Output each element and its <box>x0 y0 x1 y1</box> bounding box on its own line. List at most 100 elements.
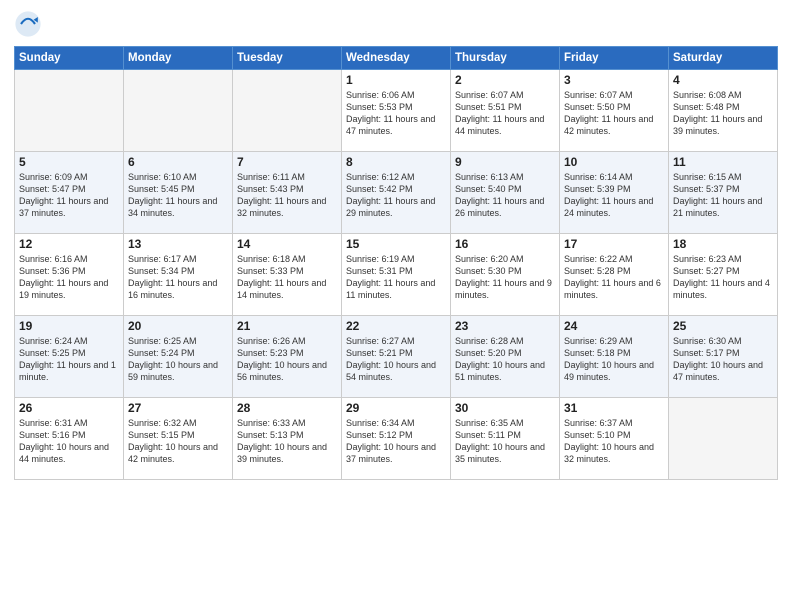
calendar-week-row: 5Sunrise: 6:09 AMSunset: 5:47 PMDaylight… <box>15 152 778 234</box>
day-number: 5 <box>19 155 119 169</box>
day-number: 30 <box>455 401 555 415</box>
day-number: 11 <box>673 155 773 169</box>
cell-content: Sunrise: 6:12 AMSunset: 5:42 PMDaylight:… <box>346 171 446 220</box>
calendar-cell: 28 Sunrise: 6:33 AMSunset: 5:13 PMDayligh… <box>233 398 342 480</box>
calendar-cell: 5Sunrise: 6:09 AMSunset: 5:47 PMDaylight… <box>15 152 124 234</box>
cell-content: Sunrise: 6:08 AMSunset: 5:48 PMDaylight:… <box>673 89 773 138</box>
cell-content: Sunrise: 6:11 AMSunset: 5:43 PMDaylight:… <box>237 171 337 220</box>
day-number: 31 <box>564 401 664 415</box>
cell-content: Sunrise: 6:24 AMSunset: 5:25 PMDaylight:… <box>19 335 119 384</box>
day-number: 19 <box>19 319 119 333</box>
cell-content: Sunrise: 6:20 AMSunset: 5:30 PMDaylight:… <box>455 253 555 302</box>
cell-content: Sunrise: 6:23 AMSunset: 5:27 PMDaylight:… <box>673 253 773 302</box>
cell-content: Sunrise: 6:32 AMSunset: 5:15 PMDaylight:… <box>128 417 228 466</box>
calendar-cell: 21 Sunrise: 6:26 AMSunset: 5:23 PMDayligh… <box>233 316 342 398</box>
day-number: 29 <box>346 401 446 415</box>
day-number: 25 <box>673 319 773 333</box>
day-number: 12 <box>19 237 119 251</box>
calendar-cell: 27Sunrise: 6:32 AMSunset: 5:15 PMDayligh… <box>124 398 233 480</box>
day-number: 3 <box>564 73 664 87</box>
calendar-cell: 22Sunrise: 6:27 AMSunset: 5:21 PMDayligh… <box>342 316 451 398</box>
day-number: 1 <box>346 73 446 87</box>
calendar-cell: 10Sunrise: 6:14 AMSunset: 5:39 PMDayligh… <box>560 152 669 234</box>
day-header-wednesday: Wednesday <box>342 47 451 70</box>
day-header-thursday: Thursday <box>451 47 560 70</box>
cell-content: Sunrise: 6:30 AMSunset: 5:17 PMDaylight:… <box>673 335 773 384</box>
calendar-cell: 8 Sunrise: 6:12 AMSunset: 5:42 PMDaylight… <box>342 152 451 234</box>
calendar-cell: 4 Sunrise: 6:08 AMSunset: 5:48 PMDaylight… <box>669 70 778 152</box>
calendar-cell: 25 Sunrise: 6:30 AMSunset: 5:17 PMDayligh… <box>669 316 778 398</box>
day-header-tuesday: Tuesday <box>233 47 342 70</box>
day-number: 13 <box>128 237 228 251</box>
calendar-cell: 26 Sunrise: 6:31 AMSunset: 5:16 PMDayligh… <box>15 398 124 480</box>
logo <box>14 10 46 38</box>
cell-content: Sunrise: 6:31 AMSunset: 5:16 PMDaylight:… <box>19 417 119 466</box>
calendar-cell: 9 Sunrise: 6:13 AMSunset: 5:40 PMDaylight… <box>451 152 560 234</box>
cell-content: Sunrise: 6:13 AMSunset: 5:40 PMDaylight:… <box>455 171 555 220</box>
day-number: 7 <box>237 155 337 169</box>
cell-content: Sunrise: 6:34 AMSunset: 5:12 PMDaylight:… <box>346 417 446 466</box>
calendar-cell: 16Sunrise: 6:20 AMSunset: 5:30 PMDayligh… <box>451 234 560 316</box>
cell-content: Sunrise: 6:07 AMSunset: 5:51 PMDaylight:… <box>455 89 555 138</box>
cell-content: Sunrise: 6:33 AMSunset: 5:13 PMDaylight:… <box>237 417 337 466</box>
calendar-cell: 18 Sunrise: 6:23 AMSunset: 5:27 PMDayligh… <box>669 234 778 316</box>
calendar-cell: 6Sunrise: 6:10 AMSunset: 5:45 PMDaylight… <box>124 152 233 234</box>
cell-content: Sunrise: 6:18 AMSunset: 5:33 PMDaylight:… <box>237 253 337 302</box>
calendar-cell <box>15 70 124 152</box>
day-number: 2 <box>455 73 555 87</box>
day-header-friday: Friday <box>560 47 669 70</box>
calendar-cell: 2 Sunrise: 6:07 AMSunset: 5:51 PMDaylight… <box>451 70 560 152</box>
day-number: 20 <box>128 319 228 333</box>
calendar-cell: 19 Sunrise: 6:24 AMSunset: 5:25 PMDayligh… <box>15 316 124 398</box>
calendar-cell: 30 Sunrise: 6:35 AMSunset: 5:11 PMDayligh… <box>451 398 560 480</box>
day-number: 6 <box>128 155 228 169</box>
cell-content: Sunrise: 6:26 AMSunset: 5:23 PMDaylight:… <box>237 335 337 384</box>
cell-content: Sunrise: 6:17 AMSunset: 5:34 PMDaylight:… <box>128 253 228 302</box>
cell-content: Sunrise: 6:06 AMSunset: 5:53 PMDaylight:… <box>346 89 446 138</box>
calendar-cell: 15Sunrise: 6:19 AMSunset: 5:31 PMDayligh… <box>342 234 451 316</box>
calendar-cell: 17 Sunrise: 6:22 AMSunset: 5:28 PMDayligh… <box>560 234 669 316</box>
calendar-cell: 20 Sunrise: 6:25 AMSunset: 5:24 PMDayligh… <box>124 316 233 398</box>
calendar-week-row: 19 Sunrise: 6:24 AMSunset: 5:25 PMDayligh… <box>15 316 778 398</box>
day-number: 17 <box>564 237 664 251</box>
cell-content: Sunrise: 6:25 AMSunset: 5:24 PMDaylight:… <box>128 335 228 384</box>
calendar-cell: 24Sunrise: 6:29 AMSunset: 5:18 PMDayligh… <box>560 316 669 398</box>
day-number: 28 <box>237 401 337 415</box>
calendar-cell: 13 Sunrise: 6:17 AMSunset: 5:34 PMDayligh… <box>124 234 233 316</box>
calendar-week-row: 12Sunrise: 6:16 AMSunset: 5:36 PMDayligh… <box>15 234 778 316</box>
calendar-cell: 3Sunrise: 6:07 AMSunset: 5:50 PMDaylight… <box>560 70 669 152</box>
day-header-monday: Monday <box>124 47 233 70</box>
calendar-week-row: 26 Sunrise: 6:31 AMSunset: 5:16 PMDayligh… <box>15 398 778 480</box>
cell-content: Sunrise: 6:37 AMSunset: 5:10 PMDaylight:… <box>564 417 664 466</box>
day-number: 8 <box>346 155 446 169</box>
calendar-table: SundayMondayTuesdayWednesdayThursdayFrid… <box>14 46 778 480</box>
page-container: SundayMondayTuesdayWednesdayThursdayFrid… <box>0 0 792 488</box>
calendar-cell <box>233 70 342 152</box>
day-number: 21 <box>237 319 337 333</box>
cell-content: Sunrise: 6:35 AMSunset: 5:11 PMDaylight:… <box>455 417 555 466</box>
calendar-week-row: 1 Sunrise: 6:06 AMSunset: 5:53 PMDaylight… <box>15 70 778 152</box>
calendar-cell: 1 Sunrise: 6:06 AMSunset: 5:53 PMDaylight… <box>342 70 451 152</box>
day-number: 23 <box>455 319 555 333</box>
calendar-cell <box>669 398 778 480</box>
logo-icon <box>14 10 42 38</box>
day-number: 9 <box>455 155 555 169</box>
calendar-cell <box>124 70 233 152</box>
calendar-cell: 12Sunrise: 6:16 AMSunset: 5:36 PMDayligh… <box>15 234 124 316</box>
cell-content: Sunrise: 6:22 AMSunset: 5:28 PMDaylight:… <box>564 253 664 302</box>
calendar-header-row: SundayMondayTuesdayWednesdayThursdayFrid… <box>15 47 778 70</box>
calendar-cell: 14 Sunrise: 6:18 AMSunset: 5:33 PMDayligh… <box>233 234 342 316</box>
calendar-cell: 11 Sunrise: 6:15 AMSunset: 5:37 PMDayligh… <box>669 152 778 234</box>
calendar-cell: 23Sunrise: 6:28 AMSunset: 5:20 PMDayligh… <box>451 316 560 398</box>
header <box>14 10 778 38</box>
calendar-cell: 7 Sunrise: 6:11 AMSunset: 5:43 PMDaylight… <box>233 152 342 234</box>
day-number: 14 <box>237 237 337 251</box>
cell-content: Sunrise: 6:15 AMSunset: 5:37 PMDaylight:… <box>673 171 773 220</box>
cell-content: Sunrise: 6:19 AMSunset: 5:31 PMDaylight:… <box>346 253 446 302</box>
day-number: 24 <box>564 319 664 333</box>
day-number: 22 <box>346 319 446 333</box>
day-number: 26 <box>19 401 119 415</box>
calendar-cell: 29 Sunrise: 6:34 AMSunset: 5:12 PMDayligh… <box>342 398 451 480</box>
day-number: 4 <box>673 73 773 87</box>
day-number: 18 <box>673 237 773 251</box>
